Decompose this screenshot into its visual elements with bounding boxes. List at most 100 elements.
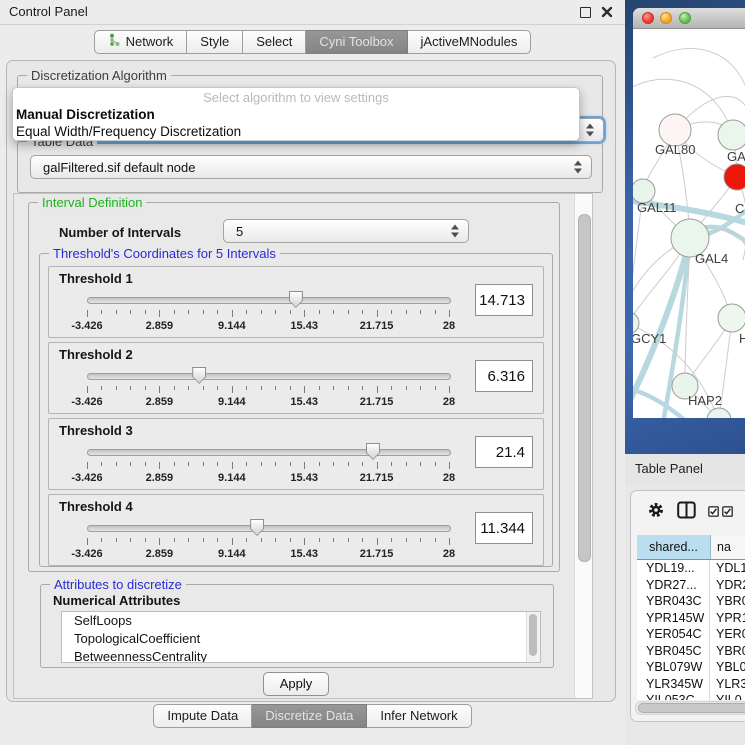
cyni-bottom-tabs: Impute Data Discretize Data Infer Network [0,704,625,728]
slider-tick-labels: -3.4262.8599.14415.4321.71528 [87,320,449,333]
numerical-attributes-list[interactable]: SelfLoopsTopologicalCoefficientBetweenne… [61,611,541,663]
cell-shared-name[interactable]: YBL079W [637,659,710,676]
combo-stepper-icon [586,124,595,137]
slider-track[interactable] [87,297,451,304]
cell-name[interactable]: YER0 [710,626,745,643]
tab-jactivemnodules[interactable]: jActiveMNodules [408,30,532,54]
threshold-slider[interactable]: -3.4262.8599.14415.4321.71528 [87,367,449,411]
network-node-ga[interactable] [718,120,745,150]
mac-minimize-icon[interactable] [660,12,672,24]
tick-label: 2.859 [146,320,174,332]
tab-select[interactable]: Select [243,30,306,54]
table-row[interactable]: YDR27...YDR2 [637,577,745,594]
cell-shared-name[interactable]: YIL053C [637,692,710,700]
table-row[interactable]: YDL19...YDL1 [637,560,745,577]
tick-label: -3.426 [71,548,102,560]
tab-cyni-toolbox[interactable]: Cyni Toolbox [306,30,407,54]
cell-shared-name[interactable]: YDL19... [637,560,710,577]
table-row[interactable]: YBR043CYBR0 [637,593,745,610]
slider-thumb[interactable] [366,443,380,460]
threshold-slider[interactable]: -3.4262.8599.14415.4321.71528 [87,443,449,487]
group-title: Interval Definition [38,195,146,210]
table-row[interactable]: YBL079WYBL0 [637,659,745,676]
slider-thumb[interactable] [192,367,206,384]
tab-discretize-data[interactable]: Discretize Data [252,704,367,728]
table-row[interactable]: YBR045CYBR0 [637,643,745,660]
threshold-value-box[interactable]: 14.713 [475,284,533,316]
tab-network[interactable]: Network [94,30,188,54]
split-view-icon[interactable] [677,501,696,524]
attributes-scrollbar[interactable] [526,612,540,662]
cell-name[interactable]: YBR0 [710,593,745,610]
close-icon[interactable] [601,5,613,18]
cell-name[interactable]: YLR3 [710,676,745,693]
threshold-slider[interactable]: -3.4262.8599.14415.4321.71528 [87,519,449,563]
cell-name[interactable]: YPR1 [710,610,745,627]
list-item-topologicalcoefficient[interactable]: TopologicalCoefficient [62,630,540,648]
cell-shared-name[interactable]: YER054C [637,626,710,643]
cell-name[interactable]: YBL0 [710,659,745,676]
cell-shared-name[interactable]: YBR043C [637,593,710,610]
slider-track[interactable] [87,449,451,456]
scrollbar-thumb[interactable] [578,214,591,562]
network-node-h[interactable] [718,304,745,332]
cell-name[interactable]: YDR2 [710,577,745,594]
network-view-frame: GAL80GACGAL11GAL4GCY1HHAP2 [625,0,745,454]
list-item-selfloops[interactable]: SelfLoops [62,612,540,630]
table-row[interactable]: YPR145WYPR1 [637,610,745,627]
cell-name[interactable]: YIL0 [710,692,745,700]
table-data-value: galFiltered.sif default node [43,160,195,175]
threshold-label: Threshold 1 [59,271,133,286]
table-data-group: Table Data galFiltered.sif default node [17,141,603,193]
mac-zoom-icon[interactable] [679,12,691,24]
tab-infer-network[interactable]: Infer Network [367,704,471,728]
float-window-icon[interactable] [580,7,591,18]
cell-shared-name[interactable]: YDR27... [637,577,710,594]
slider-track[interactable] [87,373,451,380]
column-header-name[interactable]: na [711,535,745,559]
network-node[interactable] [707,408,731,418]
checkbox-icon[interactable] [722,504,733,522]
table-row[interactable]: YLR345WYLR3 [637,676,745,693]
network-node-c[interactable] [724,164,745,190]
mac-close-icon[interactable] [642,12,654,24]
tick-label: -3.426 [71,472,102,484]
network-canvas[interactable]: GAL80GACGAL11GAL4GCY1HHAP2 [633,28,745,418]
number-of-intervals-combobox[interactable]: 5 [223,219,469,243]
tab-style[interactable]: Style [187,30,243,54]
table-data-combobox[interactable]: galFiltered.sif default node [30,155,592,179]
cell-name[interactable]: YBR0 [710,643,745,660]
list-item-betweennesscentrality[interactable]: BetweennessCentrality [62,648,540,663]
column-header-shared-name[interactable]: shared... [637,535,711,559]
popup-option-manual-discretization[interactable]: Manual Discretization [13,106,579,123]
tick-label: 15.43 [290,320,318,332]
cell-name[interactable]: YDL1 [710,560,745,577]
apply-button[interactable]: Apply [263,672,329,696]
scrollbar-thumb[interactable] [638,703,745,713]
threshold-panel-3: Threshold 3-3.4262.8599.14415.4321.71528… [48,418,544,490]
tab-label: Discretize Data [265,705,353,727]
threshold-value-box[interactable]: 6.316 [475,360,533,392]
combo-stepper-icon [574,161,583,174]
slider-thumb[interactable] [289,291,303,308]
settings-vertical-scrollbar[interactable] [574,194,592,698]
threshold-value-box[interactable]: 11.344 [475,512,533,544]
cell-shared-name[interactable]: YLR345W [637,676,710,693]
tick-label: 9.144 [218,472,246,484]
cell-shared-name[interactable]: YPR145W [637,610,710,627]
tab-impute-data[interactable]: Impute Data [153,704,252,728]
table-row[interactable]: YER054CYER0 [637,626,745,643]
threshold-value-box[interactable]: 21.4 [475,436,533,468]
interval-definition-group: Interval Definition Number of Intervals … [28,202,560,572]
slider-thumb[interactable] [250,519,264,536]
checkbox-icon[interactable] [708,504,719,522]
scrollbar-thumb[interactable] [529,614,537,656]
threshold-slider[interactable]: -3.4262.8599.14415.4321.71528 [87,291,449,335]
table-horizontal-scrollbar[interactable] [635,701,745,715]
slider-track[interactable] [87,525,451,532]
gear-icon[interactable] [647,501,665,524]
table-rows: YDL19...YDL1YDR27...YDR2YBR043CYBR0YPR14… [637,560,745,700]
cell-shared-name[interactable]: YBR045C [637,643,710,660]
popup-option-equal-width-frequency-discretization[interactable]: Equal Width/Frequency Discretization [13,123,579,140]
table-row[interactable]: YIL053CYIL0 [637,692,745,700]
